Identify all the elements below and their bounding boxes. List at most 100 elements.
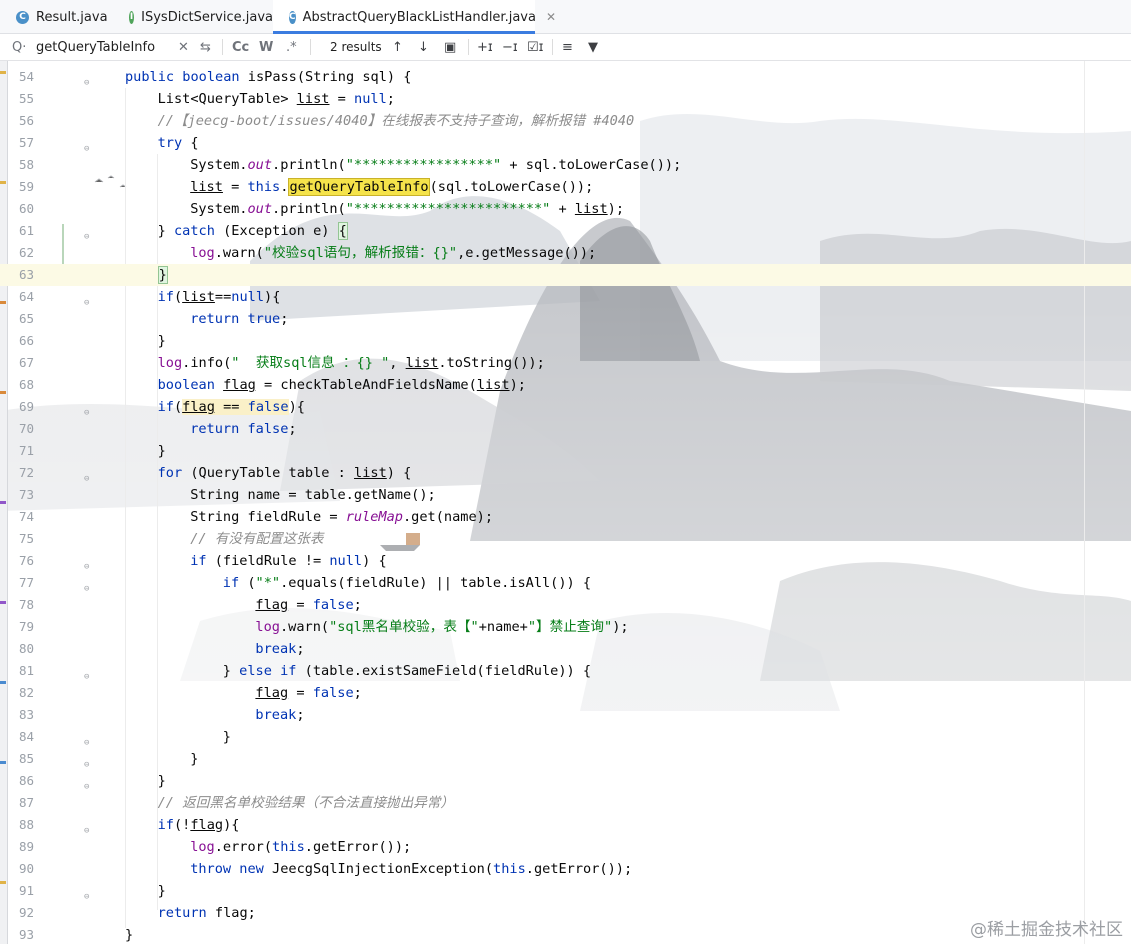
fold-icon[interactable]: ⊖ (84, 776, 93, 792)
line-number[interactable]: 66 (7, 330, 34, 352)
fold-icon[interactable]: ⊖ (84, 72, 93, 88)
code-line[interactable]: 55 List<QueryTable> list = null; (0, 88, 1131, 110)
code-line[interactable]: 64 if(list==null){⊖ (0, 286, 1131, 308)
code-line[interactable]: 93} (0, 924, 1131, 946)
code-line[interactable]: 84} ⊖ (0, 726, 1131, 748)
line-number[interactable]: 72 (7, 462, 34, 484)
line-number[interactable]: 68 (7, 374, 34, 396)
code-line[interactable]: 82 flag = false; (0, 682, 1131, 704)
code-line[interactable]: 91} ⊖ (0, 880, 1131, 902)
line-number[interactable]: 74 (7, 506, 34, 528)
line-number[interactable]: 83 (7, 704, 34, 726)
line-number[interactable]: 85 (7, 748, 34, 770)
fold-icon[interactable]: ⊖ (84, 754, 93, 770)
funnel-icon[interactable]: ▼ (588, 34, 598, 60)
match-case-button[interactable]: Cc (232, 34, 249, 60)
code-line[interactable]: 74 String fieldRule = ruleMap.get(name); (0, 506, 1131, 528)
close-tab-icon[interactable]: ✕ (546, 10, 556, 24)
line-number[interactable]: 87 (7, 792, 34, 814)
fold-icon[interactable]: ⊖ (84, 138, 93, 154)
line-number[interactable]: 81 (7, 660, 34, 682)
line-number[interactable]: 91 (7, 880, 34, 902)
line-number[interactable]: 86 (7, 770, 34, 792)
code-line[interactable]: 68 boolean flag = checkTableAndFieldsName… (0, 374, 1131, 396)
code-line[interactable]: 87 // 返回黑名单校验结果（不合法直接抛出异常） (0, 792, 1131, 814)
code-line[interactable]: 83 break; (0, 704, 1131, 726)
filter-search-results-icon[interactable]: ≡ (562, 34, 573, 60)
line-number[interactable]: 75 (7, 528, 34, 550)
code-line[interactable]: 81} else if (table.existSameField(fieldR… (0, 660, 1131, 682)
code-line[interactable]: 92 return flag; (0, 902, 1131, 924)
search-options-icon[interactable]: Q· (12, 34, 26, 60)
code-line[interactable]: 80 break; (0, 638, 1131, 660)
fold-icon[interactable]: ⊖ (84, 226, 93, 242)
code-line[interactable]: 72 for (QueryTable table : list) {⊖ (0, 462, 1131, 484)
line-number[interactable]: 69 (7, 396, 34, 418)
line-number[interactable]: 65 (7, 308, 34, 330)
fold-icon[interactable]: ⊖ (84, 886, 93, 902)
line-number[interactable]: 60 (7, 198, 34, 220)
line-number[interactable]: 56 (7, 110, 34, 132)
code-line[interactable]: 58 System.out.println("*****************"… (0, 154, 1131, 176)
line-number[interactable]: 76 (7, 550, 34, 572)
code-line[interactable]: 65 return true; (0, 308, 1131, 330)
line-number[interactable]: 89 (7, 836, 34, 858)
code-line[interactable]: 79 log.warn("sql黑名单校验，表【"+name+"】禁止查询"); (0, 616, 1131, 638)
code-line[interactable]: 62 log.warn("校验sql语句，解析报错：{}",e.getMessag… (0, 242, 1131, 264)
code-line[interactable]: 60 System.out.println("******************… (0, 198, 1131, 220)
search-input[interactable]: getQueryTableInfo (36, 34, 155, 60)
line-number[interactable]: 58 (7, 154, 34, 176)
line-number[interactable]: 55 (7, 88, 34, 110)
line-number[interactable]: 64 (7, 286, 34, 308)
fold-icon[interactable]: ⊖ (84, 292, 93, 308)
code-line[interactable]: 85} ⊖ (0, 748, 1131, 770)
line-number[interactable]: 62 (7, 242, 34, 264)
select-all-occurrences-icon[interactable]: ☑ɪ (527, 34, 544, 60)
code-line[interactable]: 71} (0, 440, 1131, 462)
line-number[interactable]: 77 (7, 572, 34, 594)
open-in-window-icon[interactable]: ▣ (444, 34, 456, 60)
tab-abstractqueryblacklisthandler-java[interactable]: C AbstractQueryBlackListHandler.java ✕ (273, 0, 556, 34)
add-occurrence-icon[interactable]: +ɪ (477, 34, 493, 60)
line-number[interactable]: 63 (7, 264, 34, 286)
line-number[interactable]: 92 (7, 902, 34, 924)
line-number[interactable]: 67 (7, 352, 34, 374)
line-number[interactable]: 80 (7, 638, 34, 660)
line-number[interactable]: 54 (7, 66, 34, 88)
previous-occurrence-icon[interactable]: ↑ (392, 34, 403, 60)
code-line[interactable]: 89 log.error(this.getError()); (0, 836, 1131, 858)
line-number[interactable]: 57 (7, 132, 34, 154)
code-line[interactable]: 86} ⊖ (0, 770, 1131, 792)
code-line[interactable]: 90 throw new JeecgSqlInjectionException(t… (0, 858, 1131, 880)
fold-icon[interactable]: ⊖ (84, 732, 93, 748)
line-number[interactable]: 71 (7, 440, 34, 462)
fold-icon[interactable]: ⊖ (84, 468, 93, 484)
code-line[interactable]: 66} (0, 330, 1131, 352)
line-number[interactable]: 79 (7, 616, 34, 638)
line-number[interactable]: 59 (7, 176, 34, 198)
code-line[interactable]: 54 public boolean isPass(String sql) {⊖ (0, 66, 1131, 88)
code-line[interactable]: 56 //【jeecg-boot/issues/4040】在线报表不支持子查询，解… (0, 110, 1131, 132)
regex-button[interactable]: .* (286, 34, 297, 60)
line-number[interactable]: 78 (7, 594, 34, 616)
code-line[interactable]: 67 log.info(" 获取sql信息 ：{} ", list.toStrin… (0, 352, 1131, 374)
fold-icon[interactable]: ⊖ (84, 556, 93, 572)
code-line[interactable]: 69 if(flag == false){⊖ (0, 396, 1131, 418)
code-line[interactable]: 63} (0, 264, 1131, 286)
fold-icon[interactable]: ⊖ (84, 666, 93, 682)
fold-icon[interactable]: ⊖ (84, 402, 93, 418)
code-editor[interactable]: 54 public boolean isPass(String sql) {⊖ 55… (0, 66, 1131, 944)
tab-result-java[interactable]: C Result.java (0, 0, 113, 34)
fold-icon[interactable]: ⊖ (84, 820, 93, 836)
tab-isysdictservice-java[interactable]: I ISysDictService.java (113, 0, 273, 34)
whole-words-button[interactable]: W (259, 34, 273, 60)
line-number[interactable]: 70 (7, 418, 34, 440)
code-line[interactable]: 57 try {⊖ (0, 132, 1131, 154)
fold-icon[interactable]: ⊖ (84, 578, 93, 594)
code-line[interactable]: 88 if(!flag){⊖ (0, 814, 1131, 836)
line-number[interactable]: 90 (7, 858, 34, 880)
code-line[interactable]: 70 return false; (0, 418, 1131, 440)
line-number[interactable]: 84 (7, 726, 34, 748)
code-line[interactable]: 76 if (fieldRule != null) {⊖ (0, 550, 1131, 572)
remove-occurrence-icon[interactable]: −ɪ (502, 34, 518, 60)
